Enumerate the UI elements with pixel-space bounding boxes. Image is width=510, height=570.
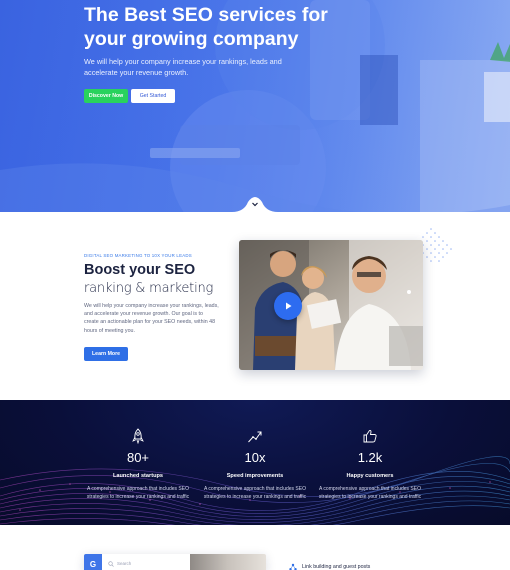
search-card-photo — [190, 554, 266, 570]
stat-description: A comprehensive approach that includes S… — [318, 486, 422, 500]
growth-chart-icon — [248, 431, 262, 443]
stat-launched-startups: 80+ Launched startups A comprehensive ap… — [83, 428, 193, 502]
discover-now-button[interactable]: Discover Now — [84, 89, 128, 103]
stat-label: Speed improvements — [226, 473, 284, 479]
rocket-icon — [132, 428, 144, 444]
stat-value: 10x — [244, 450, 266, 465]
team-photo — [239, 240, 423, 370]
search-preview-card: G Search — [84, 554, 266, 570]
stat-label: Happy customers — [346, 473, 394, 479]
thumbs-up-icon — [363, 429, 377, 443]
search-field[interactable]: Search — [108, 559, 188, 568]
stat-label: Launched startups — [112, 473, 164, 479]
boost-subtitle: ranking & marketing — [84, 281, 214, 296]
stat-value: 1.2k — [357, 450, 383, 465]
scroll-down-notch[interactable] — [232, 194, 278, 216]
hero-lead-text: We will help your company increase your … — [84, 57, 282, 77]
search-icon — [108, 560, 114, 567]
learn-more-button[interactable]: Learn More — [84, 347, 128, 361]
stat-value: 80+ — [126, 450, 150, 465]
feature-link-label: Link building and guest posts — [302, 564, 371, 570]
hero-section: The Best SEO services for your growing c… — [0, 0, 510, 212]
boost-tagline: DIGITAL SEO MARKETING TO 10X YOUR LEADS — [84, 253, 192, 258]
feature-link-building: Link building and guest posts — [289, 563, 370, 570]
google-badge: G — [84, 554, 102, 570]
boost-title: Boost your SEO — [84, 262, 196, 278]
stats-section: 80+ Launched startups A comprehensive ap… — [0, 400, 510, 525]
stat-description: A comprehensive approach that includes S… — [86, 486, 190, 500]
hero-title: The Best SEO services for your growing c… — [84, 4, 328, 50]
network-icon — [289, 563, 297, 570]
search-placeholder: Search — [117, 561, 132, 566]
play-icon — [286, 302, 292, 310]
stat-happy-customers: 1.2k Happy customers A comprehensive app… — [315, 428, 425, 502]
get-started-button[interactable]: Get Started — [131, 89, 175, 103]
play-video-button[interactable] — [274, 292, 302, 320]
boost-body-text: We will help your company increase your … — [84, 303, 219, 334]
stat-speed-improvements: 10x Speed improvements A comprehensive a… — [200, 428, 310, 502]
stat-description: A comprehensive approach that includes S… — [203, 486, 307, 500]
